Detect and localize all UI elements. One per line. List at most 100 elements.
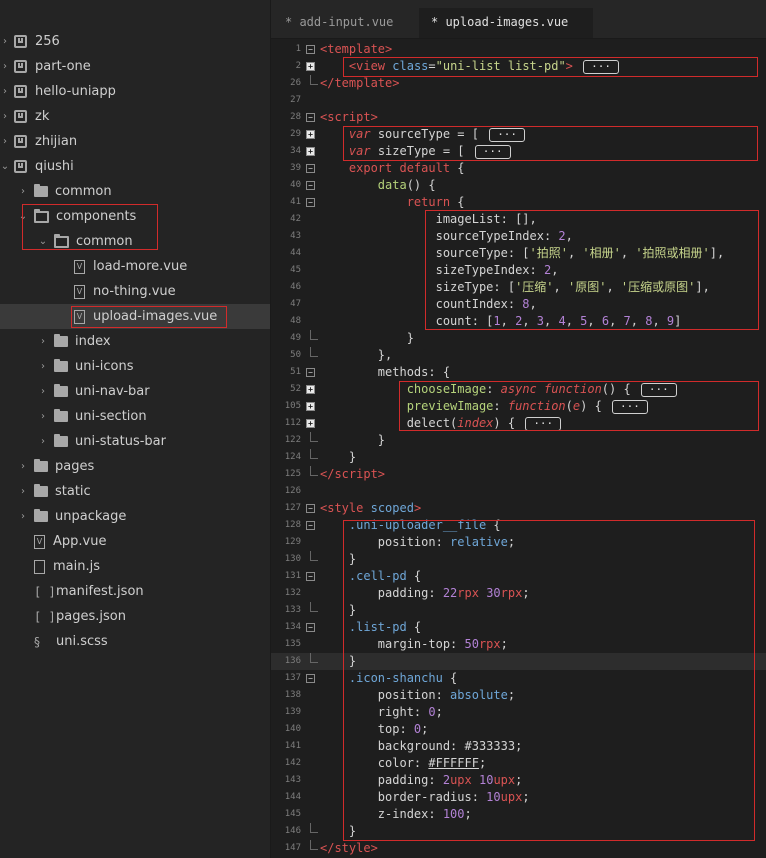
code-line[interactable]: 50 },	[271, 347, 766, 364]
collapse-fold-icon[interactable]: −	[306, 164, 315, 173]
collapse-fold-icon[interactable]: −	[306, 623, 315, 632]
code-line[interactable]: 51− methods: {	[271, 364, 766, 381]
expand-fold-icon[interactable]: +	[306, 147, 315, 156]
tree-item[interactable]: Vload-more.vue	[0, 254, 270, 279]
code-line[interactable]: 143 padding: 2upx 10upx;	[271, 772, 766, 789]
collapse-fold-icon[interactable]: −	[306, 113, 315, 122]
code-line[interactable]: 49 }	[271, 330, 766, 347]
code-line[interactable]: 41− return {	[271, 194, 766, 211]
tree-item[interactable]: › pages	[0, 454, 270, 479]
tree-item[interactable]: › 256	[0, 29, 270, 54]
code-line[interactable]: 146 }	[271, 823, 766, 840]
expand-fold-icon[interactable]: +	[306, 419, 315, 428]
chevron-right-icon[interactable]: ›	[0, 61, 10, 72]
code-line[interactable]: 144 border-radius: 10upx;	[271, 789, 766, 806]
tree-item[interactable]: [ ] pages.json	[0, 604, 270, 629]
collapse-fold-icon[interactable]: −	[306, 572, 315, 581]
chevron-right-icon[interactable]: ›	[38, 386, 48, 397]
collapse-fold-icon[interactable]: −	[306, 674, 315, 683]
chevron-down-icon[interactable]: ⌄	[0, 161, 10, 172]
tree-item[interactable]: › zk	[0, 104, 270, 129]
tree-item[interactable]: › part-one	[0, 54, 270, 79]
tree-item[interactable]: § uni.scss	[0, 629, 270, 654]
code-line[interactable]: 134− .list-pd {	[271, 619, 766, 636]
code-line[interactable]: 133 }	[271, 602, 766, 619]
tree-item[interactable]: ⌄ components	[0, 204, 270, 229]
tree-item[interactable]: › static	[0, 479, 270, 504]
tree-item[interactable]: V App.vue	[0, 529, 270, 554]
tree-item[interactable]: ⌄ common	[0, 229, 270, 254]
collapse-fold-icon[interactable]: −	[306, 504, 315, 513]
code-line[interactable]: 125 </script>	[271, 466, 766, 483]
tree-item[interactable]: main.js	[0, 554, 270, 579]
code-line[interactable]: 48 count: [1, 2, 3, 4, 5, 6, 7, 8, 9]	[271, 313, 766, 330]
code-line[interactable]: 26 </template>	[271, 75, 766, 92]
chevron-right-icon[interactable]: ›	[38, 436, 48, 447]
code-line[interactable]: 136 }	[271, 653, 766, 670]
collapse-fold-icon[interactable]: −	[306, 181, 315, 190]
code-line[interactable]: 131− .cell-pd {	[271, 568, 766, 585]
code-line[interactable]: 124 }	[271, 449, 766, 466]
expand-fold-icon[interactable]: +	[306, 402, 315, 411]
tab-upload-images[interactable]: * upload-images.vue	[419, 8, 593, 38]
collapse-fold-icon[interactable]: −	[306, 521, 315, 530]
code-line[interactable]: 27	[271, 92, 766, 109]
chevron-right-icon[interactable]: ›	[18, 511, 28, 522]
tree-item[interactable]: › unpackage	[0, 504, 270, 529]
tree-item[interactable]: › index	[0, 329, 270, 354]
code-line[interactable]: 39− export default {	[271, 160, 766, 177]
chevron-right-icon[interactable]: ›	[0, 86, 10, 97]
code-line[interactable]: 46 sizeType: ['压缩', '原图', '压缩或原图'],	[271, 279, 766, 296]
chevron-right-icon[interactable]: ›	[0, 111, 10, 122]
code-line[interactable]: 122 }	[271, 432, 766, 449]
chevron-right-icon[interactable]: ›	[38, 411, 48, 422]
code-line[interactable]: 141 background: #333333;	[271, 738, 766, 755]
code-line[interactable]: 139 right: 0;	[271, 704, 766, 721]
code-line[interactable]: 140 top: 0;	[271, 721, 766, 738]
code-line[interactable]: 28− <script>	[271, 109, 766, 126]
code-line[interactable]: 1− <template>	[271, 41, 766, 58]
collapse-fold-icon[interactable]: −	[306, 198, 315, 207]
tree-item[interactable]: Vno-thing.vue	[0, 279, 270, 304]
tree-item[interactable]: › uni-status-bar	[0, 429, 270, 454]
code-line[interactable]: 126	[271, 483, 766, 500]
tree-item[interactable]: ⌄ qiushi	[0, 154, 270, 179]
collapse-fold-icon[interactable]: −	[306, 368, 315, 377]
code-line[interactable]: 138 position: absolute;	[271, 687, 766, 704]
expand-fold-icon[interactable]: +	[306, 385, 315, 394]
chevron-right-icon[interactable]: ›	[38, 361, 48, 372]
code-line[interactable]: 34 + var sizeType = [ ···	[271, 143, 766, 160]
code-line[interactable]: 40− data() {	[271, 177, 766, 194]
code-line[interactable]: 142 color: #FFFFFF;	[271, 755, 766, 772]
chevron-right-icon[interactable]: ›	[38, 336, 48, 347]
code-line[interactable]: 145 z-index: 100;	[271, 806, 766, 823]
code-line[interactable]: 130 }	[271, 551, 766, 568]
tree-item[interactable]: › common	[0, 179, 270, 204]
code-line[interactable]: 45 sizeTypeIndex: 2,	[271, 262, 766, 279]
chevron-down-icon[interactable]: ⌄	[18, 211, 28, 222]
code-line[interactable]: 135 margin-top: 50rpx;	[271, 636, 766, 653]
code-line[interactable]: 52 + chooseImage: async function() { ···	[271, 381, 766, 398]
tree-item[interactable]: › hello-uniapp	[0, 79, 270, 104]
tree-item[interactable]: › zhijian	[0, 129, 270, 154]
tree-item[interactable]: [ ] manifest.json	[0, 579, 270, 604]
chevron-right-icon[interactable]: ›	[0, 136, 10, 147]
code-line[interactable]: 44 sourceType: ['拍照', '相册', '拍照或相册'],	[271, 245, 766, 262]
code-editor[interactable]: * add-input.vue * upload-images.vue 1− <t…	[271, 0, 766, 858]
chevron-right-icon[interactable]: ›	[18, 486, 28, 497]
code-line[interactable]: 147 </style>	[271, 840, 766, 857]
tab-add-input[interactable]: * add-input.vue	[273, 8, 413, 38]
chevron-right-icon[interactable]: ›	[18, 186, 28, 197]
chevron-right-icon[interactable]: ›	[0, 36, 10, 47]
chevron-down-icon[interactable]: ⌄	[38, 236, 48, 247]
tree-item[interactable]: › uni-section	[0, 404, 270, 429]
code-line[interactable]: 43 sourceTypeIndex: 2,	[271, 228, 766, 245]
code-line[interactable]: 2 + <view class="uni-list list-pd"> ···	[271, 58, 766, 75]
code-line[interactable]: 132 padding: 22rpx 30rpx;	[271, 585, 766, 602]
collapse-fold-icon[interactable]: −	[306, 45, 315, 54]
code-line[interactable]: 105 + previewImage: function(e) { ···	[271, 398, 766, 415]
code-line[interactable]: 137− .icon-shanchu {	[271, 670, 766, 687]
code-line[interactable]: 47 countIndex: 8,	[271, 296, 766, 313]
code-line[interactable]: 112 + delect(index) { ···	[271, 415, 766, 432]
expand-fold-icon[interactable]: +	[306, 130, 315, 139]
